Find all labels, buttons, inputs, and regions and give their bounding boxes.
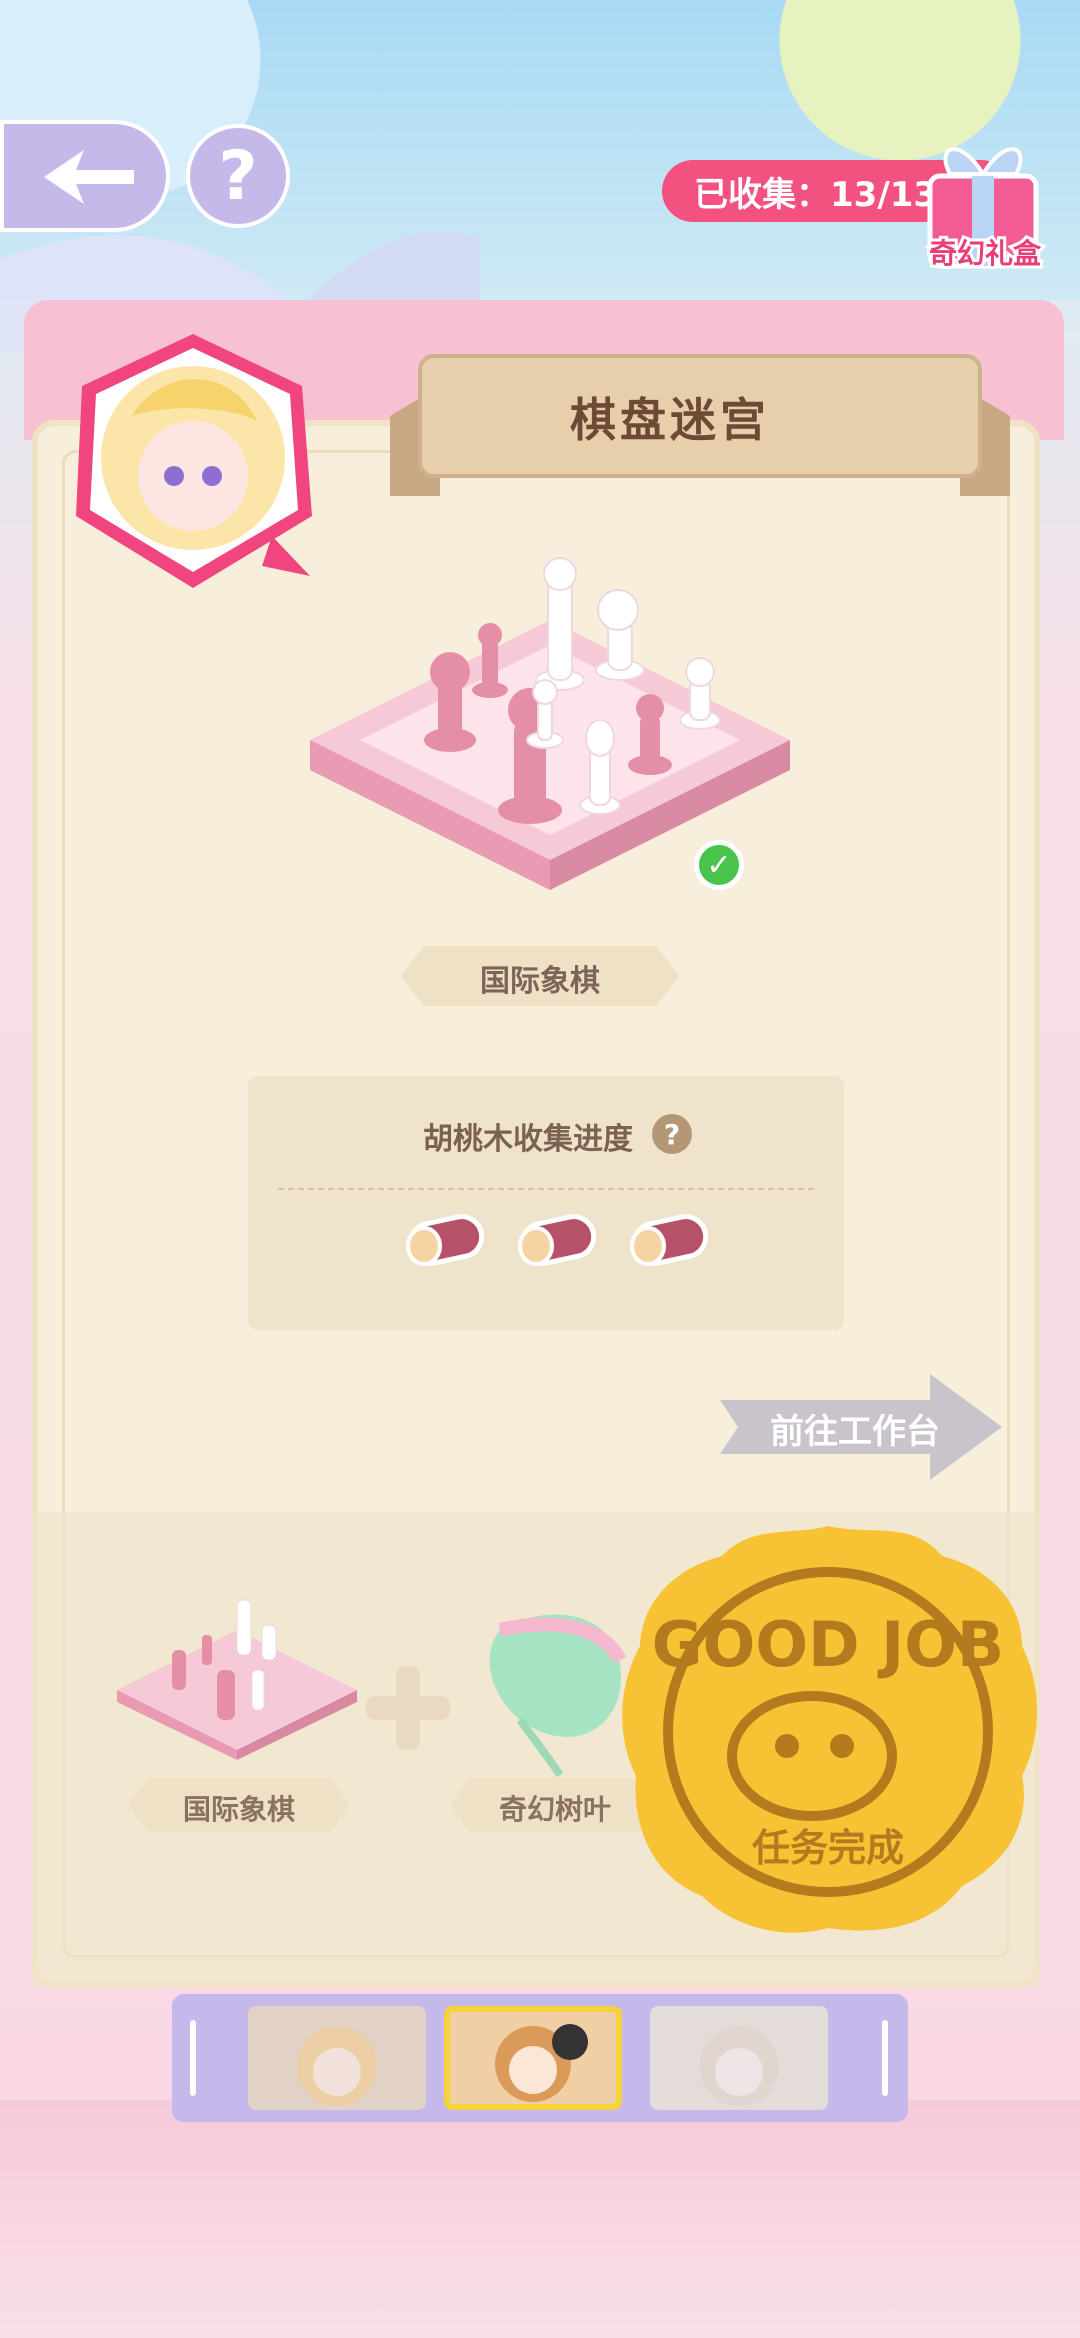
gift-box-label[interactable]: 奇幻礼盒 bbox=[915, 232, 1055, 273]
stamp-text-top: GOOD JOB bbox=[652, 1608, 1004, 1681]
goto-workbench-label[interactable]: 前往工作台 bbox=[740, 1404, 970, 1453]
help-button[interactable]: ? bbox=[186, 124, 290, 228]
character-portrait bbox=[297, 2026, 377, 2106]
character-avatar bbox=[76, 334, 312, 588]
ingredient-label-chess: 国际象棋 bbox=[182, 1793, 295, 1826]
bar-edge-left bbox=[190, 2020, 196, 2096]
panel-title: 棋盘迷宫 bbox=[570, 393, 770, 447]
bar-edge-right bbox=[882, 2020, 888, 2096]
mission-complete-stamp: GOOD JOB 任务完成 bbox=[622, 1526, 1037, 1933]
bottom-background bbox=[0, 2100, 1080, 2338]
walnut-wood-icon bbox=[406, 1214, 485, 1266]
walnut-wood-icon bbox=[518, 1214, 597, 1266]
character-portrait bbox=[495, 2024, 588, 2102]
chess-ingredient-icon bbox=[117, 1599, 357, 1760]
walnut-wood-icon bbox=[630, 1214, 709, 1266]
owned-check-icon: ✓ bbox=[694, 840, 744, 890]
walnut-progress-panel: 胡桃木收集进度 ? bbox=[248, 1076, 844, 1330]
back-button[interactable] bbox=[0, 120, 170, 232]
character-selector-bar bbox=[172, 1994, 908, 2122]
progress-help-icon[interactable]: ? bbox=[652, 1114, 692, 1154]
back-arrow-icon bbox=[44, 150, 134, 204]
character-slot[interactable] bbox=[248, 2006, 426, 2110]
character-slot-active[interactable] bbox=[444, 2006, 622, 2110]
plus-icon bbox=[366, 1666, 450, 1750]
stamp-text-bottom: 任务完成 bbox=[752, 1826, 904, 1870]
progress-title: 胡桃木收集进度 bbox=[423, 1122, 633, 1157]
progress-divider bbox=[278, 1188, 814, 1190]
character-slot[interactable] bbox=[650, 2006, 828, 2110]
item-name: 国际象棋 bbox=[480, 964, 600, 999]
character-portrait bbox=[699, 2026, 779, 2106]
